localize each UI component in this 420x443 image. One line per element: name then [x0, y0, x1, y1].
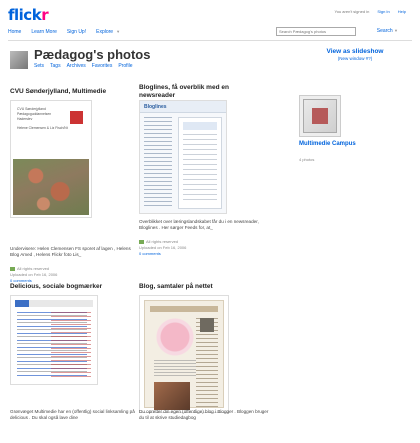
nav-sign-up[interactable]: Sign Up!	[67, 29, 86, 35]
nav-explore[interactable]: Explore ▼	[96, 29, 120, 35]
photo-meta: All rights reserved Uploaded on Feb 16, …	[139, 239, 269, 256]
license-text: All rights reserved	[146, 239, 179, 244]
license-text: All rights reserved	[17, 266, 50, 271]
help-link[interactable]: Help	[398, 9, 406, 14]
photo-document-text: CVU Sønderjylland Pædagoguddannelsen Had…	[17, 107, 68, 131]
aerial-photo	[13, 159, 89, 215]
photo-title[interactable]: CVU Sønderjylland, Multimedie	[10, 88, 106, 95]
photo-thumbnail[interactable]: CVU Sønderjylland Pædagoguddannelsen Had…	[10, 100, 92, 218]
main-navbar: Home Learn More Sign Up! Explore ▼ Search…	[8, 26, 412, 38]
search-button-label: Search	[376, 28, 393, 34]
document-logo	[70, 111, 83, 124]
nav-home[interactable]: Home	[8, 29, 21, 35]
photo-title[interactable]: Bloglines, få overblik med en newsreader	[139, 84, 249, 100]
bloglines-logo-text: Bloglines	[144, 104, 167, 110]
screenshot-tags	[51, 312, 91, 378]
photo-thumbnail[interactable]: Bloglines	[139, 100, 227, 214]
photo-thumbnail[interactable]	[139, 295, 229, 413]
header-divider	[8, 40, 412, 41]
page-title: Pædagog's photos	[34, 47, 151, 62]
screenshot-main-pane	[178, 117, 222, 209]
set-title-link[interactable]: Multimedie Campus	[299, 141, 359, 148]
view-slideshow-link[interactable]: View as slideshow	[300, 48, 410, 55]
comments-link[interactable]: 0 comments	[139, 251, 161, 256]
flickr-logo[interactable]: flickr	[8, 6, 49, 24]
subnav-archives[interactable]: Archives	[67, 63, 86, 69]
photostream-subnav: Sets Tags Archives Favorites Profile	[34, 63, 133, 69]
photo-description: Grønvæget Multimedie har en (offentlig) …	[10, 409, 135, 421]
search-input[interactable]	[276, 27, 356, 36]
screenshot-photo	[154, 382, 190, 410]
logo-part-1: flick	[8, 6, 42, 24]
photo-description: Du opretter din egen (offentlige) blog i…	[139, 409, 269, 421]
license-icon	[10, 266, 15, 271]
photo-title[interactable]: Blog, samtaler på nettet	[139, 283, 213, 290]
screenshot-post-text	[154, 360, 196, 378]
buddy-icon[interactable]	[10, 51, 28, 69]
subnav-favorites[interactable]: Favorites	[92, 63, 113, 69]
chevron-down-icon: ▼	[116, 29, 121, 34]
set-photo-count: 4 photos	[299, 157, 315, 162]
account-links: You aren't signed in Sign In Help	[334, 9, 406, 14]
search-button[interactable]: Search ▼	[377, 28, 398, 34]
photo-title[interactable]: Delicious, sociale bogmærker	[10, 283, 102, 290]
set-thumbnail-image	[303, 99, 337, 133]
uploaded-text: Uploaded on Feb 16, 2006	[10, 271, 58, 277]
signed-out-text: You aren't signed in	[334, 9, 370, 14]
photo-card-3: Delicious, sociale bogmærker Grønvæget M…	[10, 283, 150, 420]
subnav-sets[interactable]: Sets	[34, 63, 44, 69]
uploaded-text: Uploaded on Feb 16, 2006	[139, 244, 187, 250]
screenshot-header	[15, 300, 93, 307]
heart-image	[154, 318, 196, 356]
screenshot-feed-list	[144, 117, 172, 209]
logo-part-2: r	[41, 6, 49, 24]
screenshot-header	[150, 306, 218, 312]
slideshow-box: View as slideshow (New window #?)	[300, 48, 410, 61]
nav-learn-more[interactable]: Learn More	[31, 29, 57, 35]
chevron-down-icon: ▼	[394, 28, 398, 33]
sign-in-link[interactable]: Sign In	[377, 9, 389, 14]
comments-link[interactable]: 0 comments	[10, 278, 32, 283]
nav-explore-label: Explore	[96, 29, 114, 35]
slideshow-new-window-link[interactable]: (New window #?)	[300, 56, 410, 61]
subnav-profile[interactable]: Profile	[118, 63, 132, 69]
photo-description: Underviserе: Helen Clemensen FS sporet a…	[10, 246, 131, 258]
photo-thumbnail[interactable]	[10, 295, 98, 385]
photo-card-4: Blog, samtaler på nettet Du opretter din…	[139, 283, 279, 420]
set-thumbnail[interactable]	[299, 95, 341, 137]
photo-card-1: CVU Sønderjylland, Multimedie CVU Sønder…	[10, 88, 150, 248]
avatar	[200, 318, 214, 332]
photo-meta: All rights reserved Uploaded on Feb 16, …	[10, 266, 140, 283]
license-icon	[139, 239, 144, 244]
subnav-tags[interactable]: Tags	[50, 63, 61, 69]
photo-description: Overblikket over læringslandskabet får d…	[139, 219, 259, 231]
